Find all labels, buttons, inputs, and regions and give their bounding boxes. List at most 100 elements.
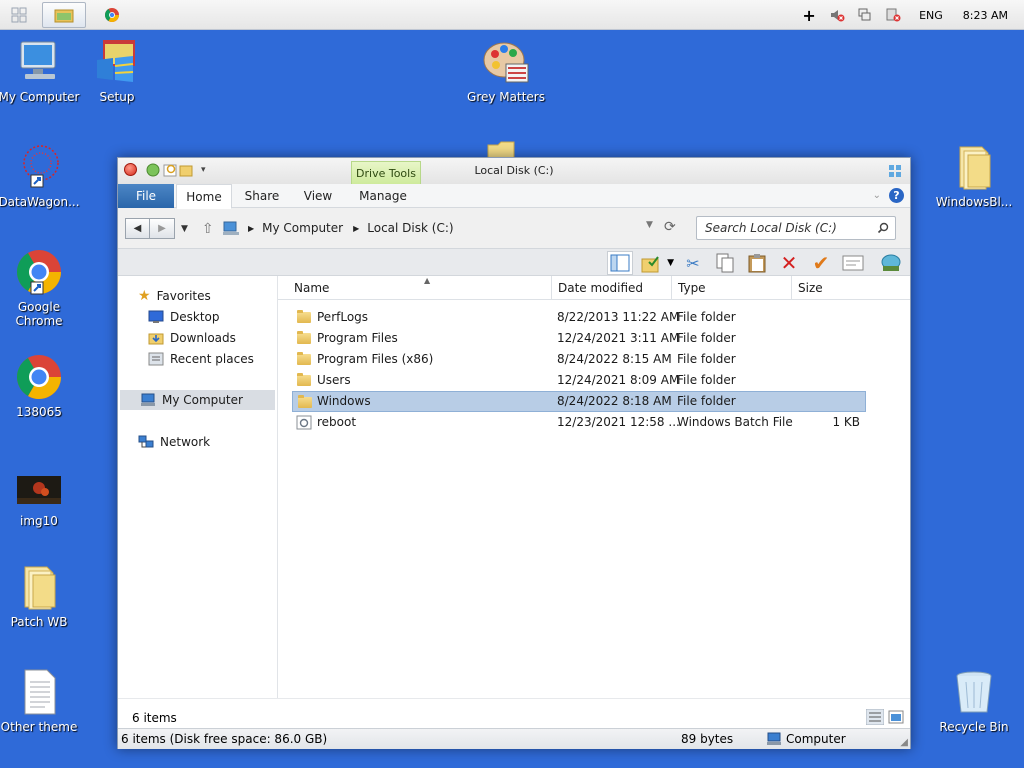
table-row[interactable]: Program Files (x86) 8/24/2022 8:15 AM Fi… bbox=[292, 349, 866, 370]
nav-recent-places[interactable]: Recent places bbox=[148, 349, 254, 369]
action-center-icon[interactable] bbox=[885, 7, 901, 23]
resize-grip-icon[interactable]: ◢ bbox=[900, 737, 908, 748]
desktop-icon-windowsbl[interactable]: WindowsBl... bbox=[932, 143, 1016, 209]
folder-icon bbox=[950, 143, 998, 191]
star-icon: ★ bbox=[138, 288, 151, 304]
plus-icon[interactable]: + bbox=[801, 6, 817, 25]
tab-manage[interactable]: Manage bbox=[348, 184, 418, 208]
tab-file[interactable]: File bbox=[118, 184, 174, 208]
refresh-icon[interactable]: ⟳ bbox=[664, 219, 676, 235]
desktop-icon-recycle-bin[interactable]: Recycle Bin bbox=[932, 668, 1016, 734]
chrome-icon bbox=[15, 353, 63, 401]
desktop-icon-138065[interactable]: 138065 bbox=[0, 353, 81, 419]
breadcrumb-local-disk[interactable]: Local Disk (C:) bbox=[367, 221, 453, 235]
table-row[interactable]: reboot 12/23/2021 12:58 ... Windows Batc… bbox=[292, 412, 866, 433]
large-icons-view-icon[interactable] bbox=[888, 709, 904, 728]
nav-network[interactable]: Network bbox=[138, 432, 210, 452]
column-header-size[interactable]: Size bbox=[792, 276, 910, 300]
column-header-type[interactable]: Type bbox=[672, 276, 792, 300]
folder-icon bbox=[54, 9, 74, 23]
forward-button[interactable]: ▶ bbox=[150, 218, 175, 239]
nav-favorites[interactable]: ★ Favorites bbox=[138, 286, 211, 306]
recent-locations-icon[interactable]: ▼ bbox=[181, 224, 188, 234]
chrome-icon bbox=[105, 8, 119, 22]
column-header-name[interactable]: Name ▲ bbox=[288, 276, 552, 300]
table-row[interactable]: PerfLogs 8/22/2013 11:22 AM File folder bbox=[292, 307, 866, 328]
breadcrumb-separator: ▶ bbox=[248, 223, 255, 233]
desktop-icon bbox=[148, 310, 164, 324]
taskbar-chrome-button[interactable] bbox=[92, 2, 132, 28]
help-icon[interactable]: ? bbox=[889, 188, 904, 203]
window-menu-icon[interactable] bbox=[888, 164, 902, 178]
tab-view[interactable]: View bbox=[292, 184, 344, 208]
preview-pane-icon[interactable] bbox=[607, 251, 634, 275]
desktop-icon-other-theme[interactable]: Other theme bbox=[0, 668, 81, 734]
network-globe-icon[interactable] bbox=[878, 251, 904, 275]
folder-icon bbox=[298, 395, 312, 408]
folder-icon bbox=[15, 563, 63, 611]
title-bar[interactable]: ▾ Drive Tools Local Disk (C:) bbox=[118, 158, 910, 185]
paste-icon[interactable] bbox=[744, 251, 770, 275]
desktop-icon-google-chrome[interactable]: Google Chrome bbox=[0, 248, 81, 328]
tab-share[interactable]: Share bbox=[236, 184, 288, 208]
clock[interactable]: 8:23 AM bbox=[963, 9, 1008, 22]
navigation-buttons: ◀ ▶ ▼ ⇧ bbox=[125, 218, 214, 239]
nav-my-computer[interactable]: My Computer bbox=[120, 390, 275, 410]
breadcrumb-my-computer[interactable]: My Computer bbox=[262, 221, 343, 235]
ribbon-controls: ⌄ ? bbox=[873, 188, 904, 203]
computer-icon bbox=[15, 38, 63, 86]
expand-ribbon-icon[interactable]: ⌄ bbox=[873, 190, 881, 201]
recent-places-icon bbox=[148, 352, 164, 366]
computer-icon bbox=[140, 393, 156, 407]
volume-muted-icon[interactable] bbox=[829, 7, 845, 23]
rename-icon[interactable]: ✔ bbox=[808, 251, 834, 275]
taskbar: + ENG 8:23 AM bbox=[0, 0, 1024, 30]
cut-icon[interactable]: ✂ bbox=[680, 251, 706, 275]
desktop-icon-img10[interactable]: img10 bbox=[0, 468, 81, 528]
taskbar-explorer-button[interactable] bbox=[42, 2, 86, 28]
computer-icon bbox=[223, 221, 239, 235]
up-arrow-icon[interactable]: ⇧ bbox=[202, 221, 214, 237]
delete-icon[interactable]: ✕ bbox=[776, 251, 802, 275]
start-button[interactable] bbox=[0, 2, 38, 28]
item-count-bar: 6 items bbox=[118, 698, 910, 728]
table-row[interactable]: Program Files 12/24/2021 3:11 AM File fo… bbox=[292, 328, 866, 349]
status-text: 6 items (Disk free space: 86.0 GB) bbox=[121, 732, 328, 746]
setup-icon bbox=[93, 38, 141, 86]
language-indicator[interactable]: ENG bbox=[919, 9, 943, 22]
tab-home[interactable]: Home bbox=[176, 184, 232, 209]
details-view-icon[interactable] bbox=[865, 708, 885, 728]
desktop-icon-grey-matters[interactable]: Grey Matters bbox=[464, 38, 548, 104]
select-dropdown-icon[interactable]: ▼ bbox=[667, 258, 674, 268]
nav-downloads[interactable]: Downloads bbox=[148, 328, 236, 348]
document-icon bbox=[15, 668, 63, 716]
windows-logo-icon bbox=[11, 7, 27, 23]
desktop-icon-setup[interactable]: Setup bbox=[75, 38, 159, 104]
search-placeholder: Search Local Disk (C:) bbox=[705, 221, 837, 235]
image-thumbnail-icon bbox=[15, 474, 63, 510]
status-size: 89 bytes bbox=[681, 732, 734, 746]
copy-icon[interactable] bbox=[712, 251, 738, 275]
network-icon[interactable] bbox=[857, 7, 873, 23]
desktop-icon-datawagon[interactable]: DataWagon... bbox=[0, 143, 81, 209]
search-input[interactable]: Search Local Disk (C:) bbox=[696, 216, 896, 240]
column-header-date[interactable]: Date modified bbox=[552, 276, 672, 300]
properties-icon[interactable] bbox=[840, 251, 866, 275]
paint-palette-icon bbox=[482, 38, 530, 86]
datawagon-icon bbox=[15, 143, 63, 191]
address-bar[interactable]: ▶ My Computer ▶ Local Disk (C:) bbox=[222, 217, 662, 239]
status-location: Computer bbox=[786, 732, 846, 746]
address-dropdown-icon[interactable]: ▼ bbox=[646, 220, 653, 230]
batch-file-icon bbox=[296, 415, 312, 433]
table-row[interactable]: Users 12/24/2021 8:09 AM File folder bbox=[292, 370, 866, 391]
desktop-icon-patch-wb[interactable]: Patch WB bbox=[0, 563, 81, 629]
chrome-icon bbox=[15, 248, 63, 296]
recycle-bin-icon bbox=[950, 668, 998, 716]
desktop-icon-my-computer[interactable]: My Computer bbox=[0, 38, 81, 104]
back-button[interactable]: ◀ bbox=[125, 218, 150, 239]
select-all-icon[interactable] bbox=[639, 251, 665, 275]
folder-icon bbox=[297, 331, 311, 344]
table-row[interactable]: Windows 8/24/2022 8:18 AM File folder bbox=[292, 391, 866, 412]
search-icon[interactable] bbox=[877, 222, 889, 234]
nav-desktop[interactable]: Desktop bbox=[148, 307, 220, 327]
